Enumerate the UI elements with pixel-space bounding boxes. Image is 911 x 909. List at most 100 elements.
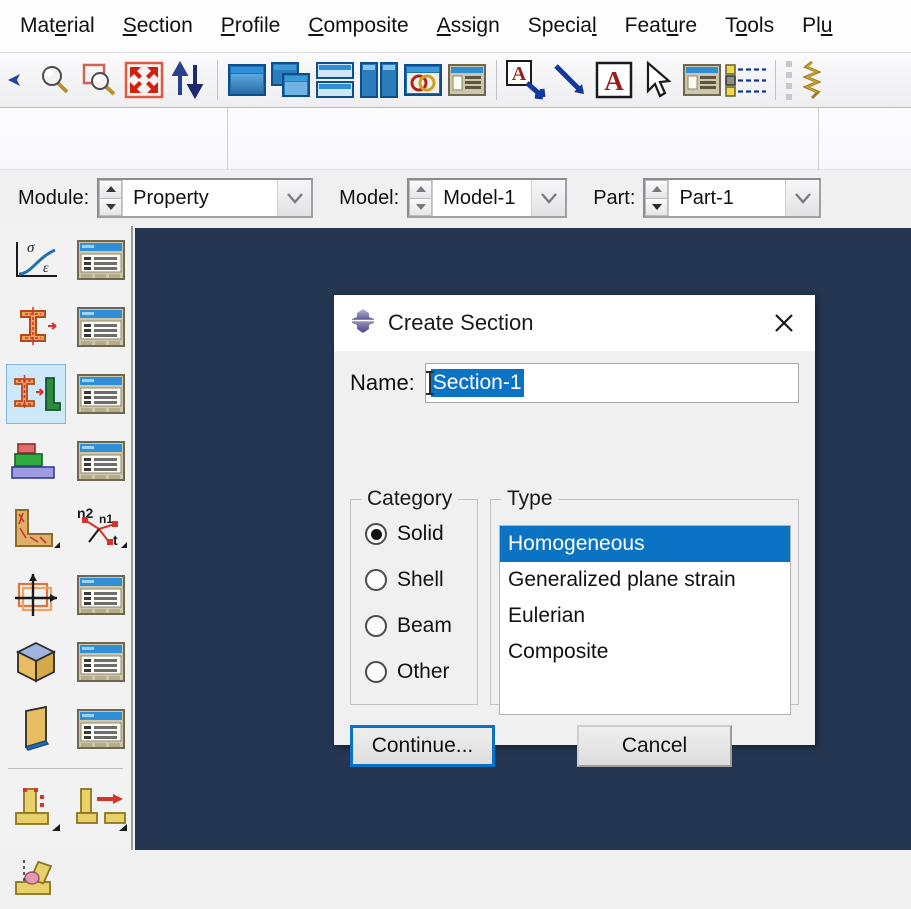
cancel-button[interactable]: Cancel xyxy=(577,725,732,767)
list-item[interactable]: Homogeneous xyxy=(500,526,790,562)
viewport-annotation-icon[interactable] xyxy=(445,57,489,103)
edit-text-annotation-icon[interactable]: A xyxy=(592,57,636,103)
profile-manager-icon[interactable] xyxy=(72,297,132,357)
select-annotation-icon[interactable] xyxy=(636,57,680,103)
module-value: Property xyxy=(123,180,277,216)
link-viewports-icon[interactable] xyxy=(401,57,445,103)
module-label: Module: xyxy=(18,187,89,210)
radio-shell[interactable] xyxy=(365,569,387,591)
toolbar-grip-handle[interactable] xyxy=(783,57,795,103)
create-text-annotation-icon[interactable]: A xyxy=(504,57,548,103)
menu-item-profile[interactable]: Profile xyxy=(207,12,295,40)
create-viewport-icon[interactable] xyxy=(225,57,269,103)
context-bar: Module: Property Model: Model-1 xyxy=(0,170,911,226)
create-shell-part-icon[interactable] xyxy=(6,699,66,759)
edit-skin-icon[interactable] xyxy=(6,846,66,906)
part-chevron-down-icon[interactable] xyxy=(785,180,819,216)
category-option-other[interactable]: Other xyxy=(351,649,477,695)
part-spin-up-icon[interactable] xyxy=(645,180,668,198)
model-spin-up-icon[interactable] xyxy=(409,180,432,198)
type-listbox[interactable]: Homogeneous Generalized plane strain Eul… xyxy=(499,525,791,715)
toolbox-row-composite xyxy=(0,427,131,494)
view-toolbar: A A xyxy=(0,52,911,108)
cycle-viewports-icon[interactable] xyxy=(166,57,210,103)
section-manager-icon[interactable] xyxy=(72,364,131,424)
box-zoom-view-icon[interactable] xyxy=(78,57,122,103)
create-profile-icon[interactable] xyxy=(6,297,66,357)
auto-fit-view-icon[interactable] xyxy=(122,57,166,103)
menu-item-plugins[interactable]: Plu xyxy=(788,12,846,40)
create-material-icon[interactable]: σ ε xyxy=(6,230,66,290)
svg-text:σ: σ xyxy=(27,240,35,256)
category-option-beam[interactable]: Beam xyxy=(351,603,477,649)
svg-text:A: A xyxy=(604,66,624,96)
radio-beam[interactable] xyxy=(365,615,387,637)
model-chevron-down-icon[interactable] xyxy=(531,180,565,216)
module-spin-up-icon[interactable] xyxy=(99,180,122,198)
menu-item-tools[interactable]: Tools xyxy=(711,12,788,40)
dialog-body: Name: Section-1 Category Solid Shell Bea… xyxy=(334,363,815,757)
category-option-solid[interactable]: Solid xyxy=(351,511,477,557)
part-manager-icon[interactable] xyxy=(72,632,132,692)
module-spin-down-icon[interactable] xyxy=(99,198,122,217)
tile-cascade-icon[interactable] xyxy=(269,57,313,103)
menu-item-feature[interactable]: Feature xyxy=(611,12,711,40)
spring-dashpot-icon[interactable] xyxy=(795,57,829,103)
create-skin-icon[interactable] xyxy=(6,779,66,839)
model-combobox[interactable]: Model-1 xyxy=(407,178,567,218)
convert-constraints-icon[interactable] xyxy=(72,779,132,839)
continue-button[interactable]: Continue... xyxy=(350,725,495,767)
menu-item-material[interactable]: Material xyxy=(6,12,109,40)
close-icon[interactable] xyxy=(767,306,801,340)
beam-section-manager-icon[interactable] xyxy=(72,565,132,625)
create-solid-part-icon[interactable] xyxy=(6,632,66,692)
list-item[interactable]: Generalized plane strain xyxy=(500,562,790,598)
part-spin-down-icon[interactable] xyxy=(645,198,668,217)
category-option-shell[interactable]: Shell xyxy=(351,557,477,603)
dock-divider-2 xyxy=(818,108,819,170)
assign-beam-orientation-icon[interactable] xyxy=(6,565,66,625)
part-spinner[interactable] xyxy=(645,180,669,216)
composite-layup-manager-icon[interactable] xyxy=(72,431,132,491)
create-section-dialog: Create Section Name: Section-1 Category … xyxy=(334,295,815,745)
material-manager-icon[interactable] xyxy=(72,230,132,290)
radio-solid[interactable] xyxy=(365,523,387,545)
tile-horizontally-icon[interactable] xyxy=(313,57,357,103)
part-combobox[interactable]: Part-1 xyxy=(643,178,821,218)
menu-item-special[interactable]: Special xyxy=(514,12,611,40)
pan-view-icon[interactable] xyxy=(0,57,34,103)
shell-manager-icon[interactable] xyxy=(72,699,132,759)
section-name-value: Section-1 xyxy=(431,369,524,397)
magnify-view-icon[interactable] xyxy=(34,57,78,103)
toolbox-row-skin xyxy=(0,775,131,842)
create-section-icon[interactable] xyxy=(6,364,66,424)
module-combobox[interactable]: Property xyxy=(97,178,313,218)
module-chevron-down-icon[interactable] xyxy=(277,180,311,216)
create-arrow-annotation-icon[interactable] xyxy=(548,57,592,103)
name-label: Name: xyxy=(350,370,415,396)
assign-section-icon[interactable] xyxy=(6,498,66,558)
toolbox-row-section xyxy=(0,360,131,427)
radio-other[interactable] xyxy=(365,661,387,683)
module-spinner[interactable] xyxy=(99,180,123,216)
model-spinner[interactable] xyxy=(409,180,433,216)
annotation-manager-icon[interactable] xyxy=(680,57,724,103)
svg-text:ε: ε xyxy=(43,261,49,276)
toolbox-row-shell-part xyxy=(0,695,131,762)
category-label-solid: Solid xyxy=(397,522,444,546)
toolbar-separator-3 xyxy=(775,60,776,100)
toolbox-row-solid-part xyxy=(0,628,131,695)
dialog-title-bar[interactable]: Create Section xyxy=(334,295,815,351)
menu-item-assign[interactable]: Assign xyxy=(423,12,514,40)
toolbox-row-profile xyxy=(0,293,131,360)
section-name-input[interactable]: Section-1 xyxy=(425,363,799,403)
list-item[interactable]: Eulerian xyxy=(500,598,790,634)
tile-vertically-icon[interactable] xyxy=(357,57,401,103)
model-spin-down-icon[interactable] xyxy=(409,198,432,217)
annotation-list-icon[interactable] xyxy=(724,57,768,103)
list-item[interactable]: Composite xyxy=(500,634,790,670)
create-composite-layup-icon[interactable] xyxy=(6,431,66,491)
assign-material-orientation-icon[interactable]: n2 n1 t xyxy=(72,498,132,558)
menu-item-composite[interactable]: Composite xyxy=(294,12,422,40)
menu-item-section[interactable]: Section xyxy=(109,12,207,40)
